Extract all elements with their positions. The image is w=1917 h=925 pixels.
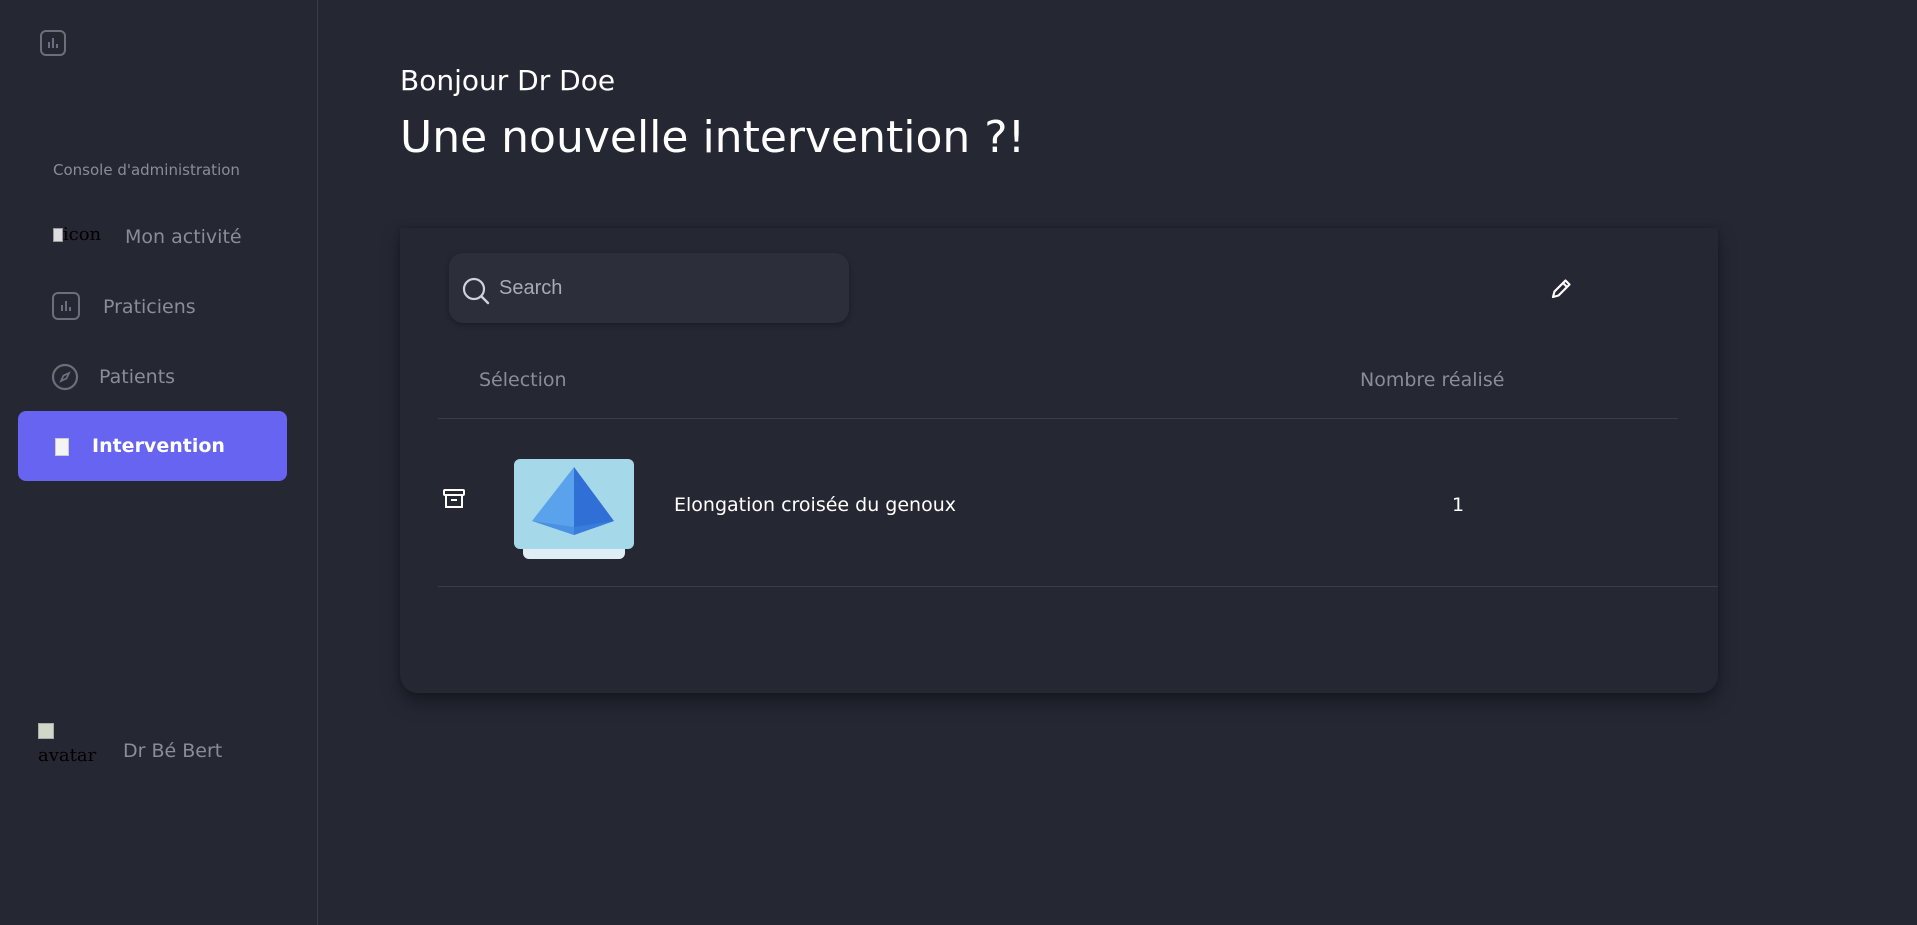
user-name: Dr Bé Bert	[123, 740, 223, 762]
sidebar-item-label: Patients	[99, 366, 176, 388]
user-profile[interactable]: avatar Dr Bé Bert	[38, 720, 298, 770]
console-label: Console d'administration	[53, 161, 240, 179]
greeting: Bonjour Dr Doe	[400, 64, 616, 97]
search-input[interactable]	[499, 273, 829, 303]
archive-icon	[443, 489, 465, 508]
column-header-selection[interactable]: Sélection	[479, 369, 567, 391]
archive-button[interactable]	[442, 487, 466, 515]
sidebar-item-praticiens[interactable]: Praticiens	[18, 272, 287, 342]
page-title: Une nouvelle intervention ?!	[400, 112, 1026, 163]
sidebar-item-mon-activite[interactable]: icon Mon activité	[18, 202, 287, 272]
intervention-name: Elongation croisée du genoux	[674, 494, 956, 516]
column-header-count[interactable]: Nombre réalisé	[1360, 369, 1504, 391]
broken-image-icon: icon	[48, 222, 106, 248]
intervention-card: Sélection Nombre réalisé Elongation croi…	[400, 228, 1718, 693]
sidebar-item-intervention[interactable]: Intervention	[18, 411, 287, 481]
intervention-count: 1	[1451, 494, 1465, 516]
sidebar-item-label: Mon activité	[125, 226, 242, 248]
pyramid-icon	[532, 467, 614, 535]
sidebar-item-patients[interactable]: Patients	[18, 342, 287, 412]
pencil-icon	[1551, 279, 1571, 299]
broken-image-icon	[52, 433, 72, 461]
edit-button[interactable]	[1546, 274, 1576, 304]
avatar: avatar	[38, 720, 98, 770]
search-box[interactable]	[449, 253, 849, 323]
sidebar-item-label: Intervention	[92, 435, 225, 457]
sidebar-item-label: Praticiens	[103, 296, 196, 318]
intervention-thumbnail	[514, 459, 634, 564]
bar-chart-icon	[52, 292, 80, 320]
search-icon	[461, 276, 491, 310]
sidebar: Console d'administration icon Mon activi…	[0, 0, 318, 925]
app-logo-icon[interactable]	[40, 30, 66, 56]
compass-icon	[50, 362, 80, 392]
table-row[interactable]: Elongation croisée du genoux 1	[438, 419, 1718, 587]
